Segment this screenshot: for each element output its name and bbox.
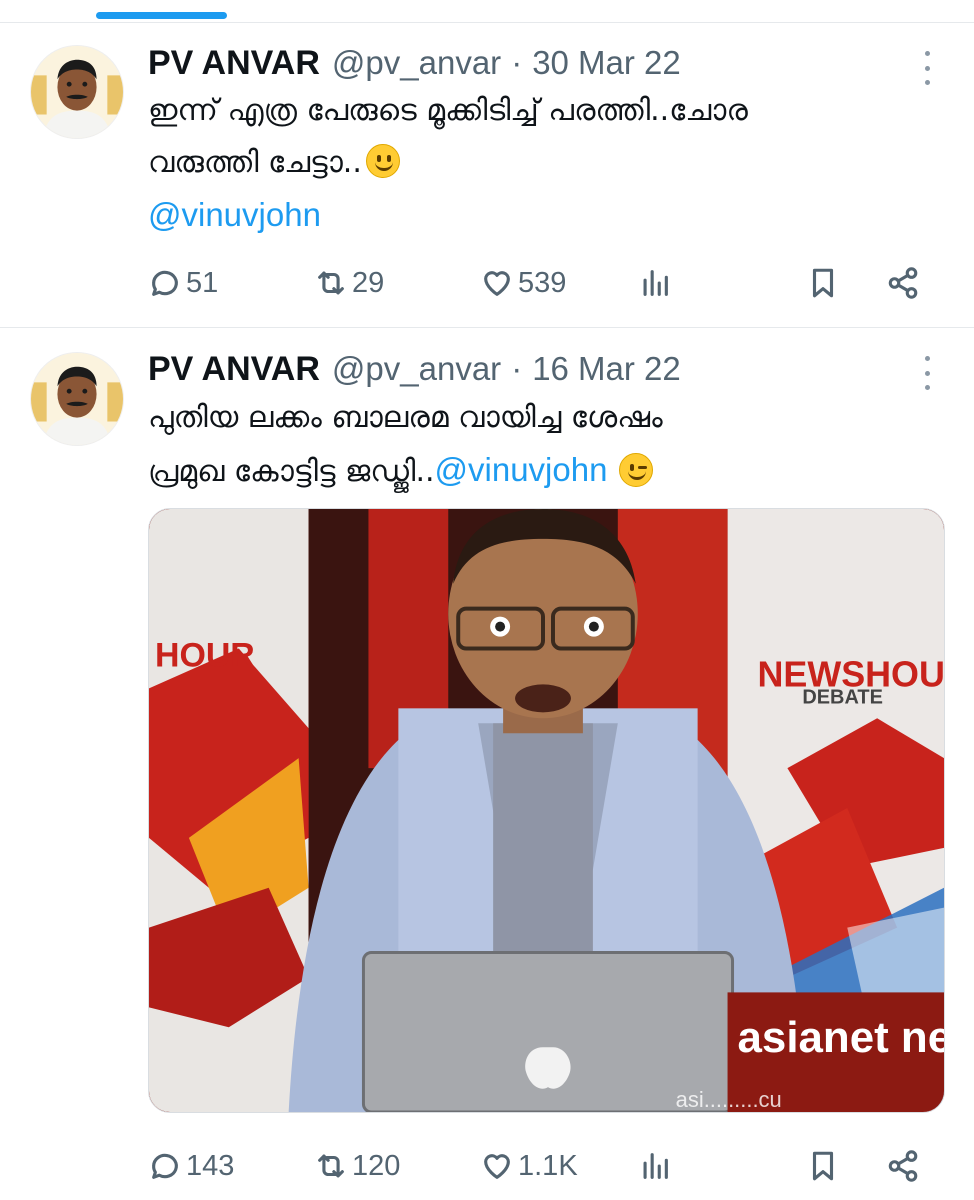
apple-logo-icon (525, 1047, 571, 1089)
tweet-date[interactable]: 16 Mar 22 (532, 350, 681, 388)
mention-link[interactable]: @vinuvjohn (435, 451, 608, 488)
share-icon (888, 1150, 918, 1182)
channel-brand: asianet news (738, 1013, 944, 1062)
retweet-count: 120 (352, 1149, 401, 1182)
tweet-header: PV ANVAR @pv_anvar · 30 Mar 22 (148, 41, 681, 85)
retweet-button[interactable]: 120 (314, 1146, 400, 1186)
share-button[interactable] (886, 1146, 920, 1186)
share-icon (888, 267, 918, 299)
tweet[interactable]: PV ANVAR @pv_anvar · 30 Mar 22 ഇന്ന് എത്… (0, 23, 974, 327)
more-options-icon[interactable] (920, 356, 934, 390)
views-button[interactable] (638, 1146, 672, 1186)
avatar[interactable] (30, 352, 124, 446)
like-button[interactable]: 539 (480, 263, 566, 303)
channel-brand-small: asi.........cu (676, 1087, 782, 1112)
tweet-header: PV ANVAR @pv_anvar · 16 Mar 22 (148, 347, 681, 391)
heart-icon (484, 271, 510, 296)
bookmark-icon (812, 268, 834, 298)
bookmark-button[interactable] (806, 263, 840, 303)
bookmark-icon (812, 1151, 834, 1181)
reply-button[interactable]: 143 (148, 1146, 234, 1186)
avatar[interactable] (30, 45, 124, 139)
mention-link[interactable]: @vinuvjohn (148, 196, 321, 233)
author-handle[interactable]: @pv_anvar (332, 350, 501, 388)
tweet-text-line: ഇന്ന് എത്ര പേരുടെ മൂക്കിടിച്ച് പരത്തി..ച… (148, 93, 748, 128)
retweet-button[interactable]: 29 (314, 263, 384, 303)
tweet-text-line: വരുത്തി ചേട്ടാ.. (148, 145, 362, 180)
like-count: 539 (518, 266, 567, 299)
author-name[interactable]: PV ANVAR (148, 350, 320, 389)
like-count: 1.1K (518, 1149, 578, 1182)
tweet-actions: 51 29 539 (148, 263, 948, 303)
tweet-text-line: പുതിയ ലക്കം ബാലരമ വായിച്ച ശേഷം (148, 400, 663, 435)
retweet-count: 29 (352, 266, 385, 299)
meta-separator: · (511, 44, 523, 81)
retweet-icon (318, 271, 344, 295)
tweet-text: ഇന്ന് എത്ര പേരുടെ മൂക്കിടിച്ച് പരത്തി..ച… (148, 85, 948, 243)
reply-count: 51 (186, 266, 219, 299)
tweet[interactable]: PV ANVAR @pv_anvar · 16 Mar 22 പുതിയ ലക്… (0, 328, 974, 1200)
views-button[interactable] (638, 263, 672, 303)
tweet-media-image[interactable]: HOUR NEWSHOUR DEBATE (148, 508, 945, 1113)
reply-count: 143 (186, 1149, 235, 1182)
tweet-text-line: പ്രമുഖ കോട്ടിട്ട ജഡ്ജി.. (148, 454, 435, 489)
retweet-icon (318, 1154, 344, 1178)
winking-face-icon (619, 453, 654, 487)
active-tab-indicator (96, 12, 227, 19)
news-anchor-photo: HOUR NEWSHOUR DEBATE (149, 509, 944, 1112)
share-button[interactable] (886, 263, 920, 303)
meta-separator: · (511, 350, 523, 387)
debate-label: DEBATE (802, 686, 883, 708)
tweet-text: പുതിയ ലക്കം ബാലരമ വായിച്ച ശേഷം പ്രമുഖ കോ… (148, 392, 948, 498)
author-handle[interactable]: @pv_anvar (332, 44, 501, 82)
analytics-icon (643, 270, 668, 296)
heart-icon (484, 1154, 510, 1179)
newshour-partial-logo: HOUR (155, 636, 255, 674)
author-name[interactable]: PV ANVAR (148, 44, 320, 83)
tweet-actions: 143 120 1.1K (148, 1146, 948, 1186)
reply-icon (152, 1153, 178, 1179)
tweet-date[interactable]: 30 Mar 22 (532, 44, 681, 82)
more-options-icon[interactable] (920, 51, 934, 85)
like-button[interactable]: 1.1K (480, 1146, 578, 1186)
analytics-icon (643, 1153, 668, 1179)
reply-button[interactable]: 51 (148, 263, 218, 303)
bookmark-button[interactable] (806, 1146, 840, 1186)
slightly-smiling-face-icon (365, 144, 400, 178)
reply-icon (152, 270, 178, 296)
